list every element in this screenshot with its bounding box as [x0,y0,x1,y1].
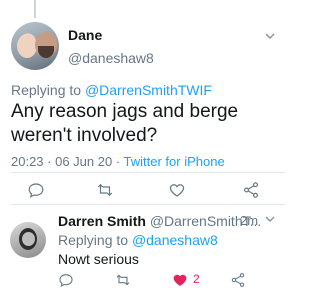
reply-author-display-name[interactable]: Darren Smith [58,213,146,229]
avatar[interactable] [11,22,59,70]
share-icon [244,182,258,198]
reply-time: 2m [240,213,259,228]
retweet-button[interactable] [96,181,114,199]
share-button[interactable] [230,272,246,288]
tweet-meta: 20:23 · 06 Jun 20 · Twitter for iPhone [11,154,225,169]
share-icon [231,273,245,287]
like-icon [169,184,185,197]
like-icon-filled [173,274,187,286]
tweet-source-link[interactable]: Twitter for iPhone [124,154,225,169]
like-button[interactable] [168,181,186,199]
reply-replying-to-line: Replying to @daneshaw8 [58,232,218,248]
author-handle[interactable]: @daneshaw8 [68,50,154,66]
tweet-timestamp: 20:23 · 06 Jun 20 · [11,154,124,169]
replying-to-line: Replying to @DarrenSmithTWIF [11,82,212,98]
share-button[interactable] [242,181,260,199]
chevron-down-icon[interactable] [265,216,275,222]
reply-button[interactable] [27,181,45,199]
reply-author-line: Darren Smith @DarrenSmithT... [58,213,261,229]
reply-button[interactable] [58,272,74,288]
author-display-name[interactable]: Dane [68,27,102,43]
replying-prefix: Replying to [58,232,132,248]
reply-icon [28,183,44,198]
chevron-down-icon[interactable] [265,33,275,39]
retweet-icon [116,274,130,286]
like-count: 2 [193,272,200,286]
avatar[interactable] [10,222,46,258]
replying-prefix: Replying to [11,82,85,98]
divider [11,172,285,173]
retweet-button[interactable] [115,272,131,288]
reply-icon [59,274,73,288]
replying-to-mention-link[interactable]: @DarrenSmithTWIF [85,82,212,98]
retweet-icon [97,183,113,197]
main-tweet: Dane @daneshaw8 Replying to @DarrenSmith… [0,0,285,208]
like-button[interactable] [172,272,188,288]
tweet-text: Any reason jags and berge weren't involv… [11,101,239,146]
replying-to-mention-link[interactable]: @daneshaw8 [132,232,218,248]
reply-text: Nowt serious [58,251,139,267]
